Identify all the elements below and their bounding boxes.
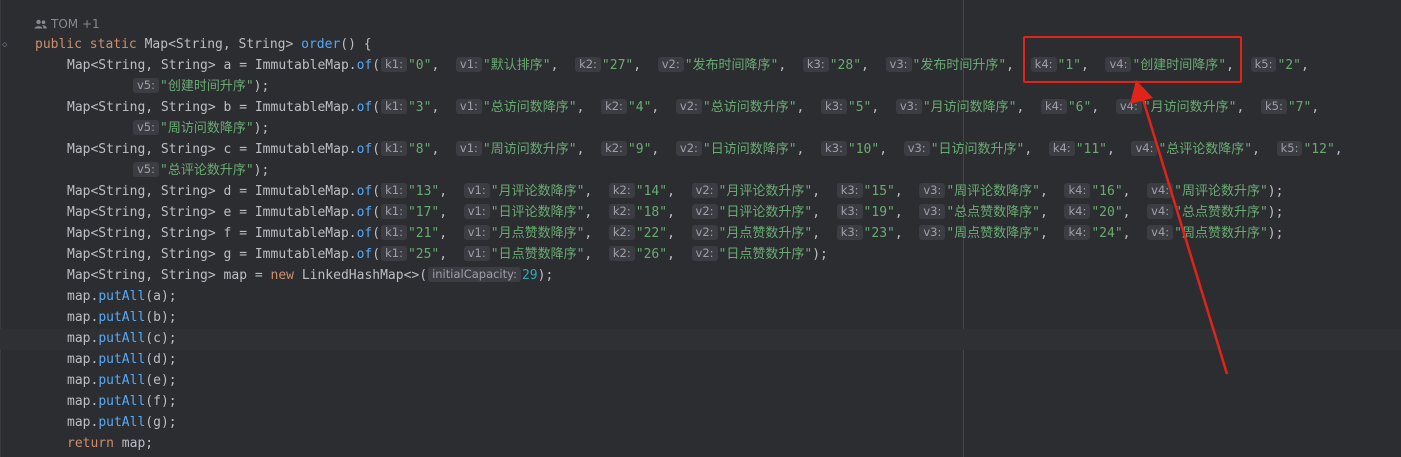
annotation-arrow: [1130, 80, 1229, 375]
